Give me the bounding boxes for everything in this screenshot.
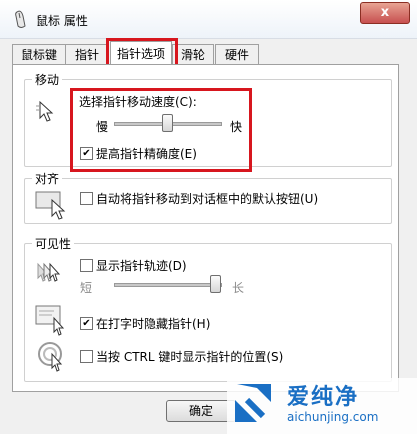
snap-group-title: 对齐: [32, 170, 63, 187]
hide-pointer-icon: [35, 305, 65, 336]
window-title: 鼠标 属性: [36, 14, 88, 28]
mouse-icon: [15, 10, 26, 28]
visibility-group-title: 可见性: [32, 235, 75, 252]
close-icon: x: [380, 5, 390, 20]
show-location-label[interactable]: 当按 CTRL 键时显示指针的位置(S): [96, 348, 283, 365]
tab-wheel[interactable]: 滑轮: [172, 44, 214, 65]
hide-while-typing-label[interactable]: 在打字时隐藏指针(H): [96, 315, 210, 332]
watermark-site: aichunjing.com: [287, 410, 379, 424]
mouse-properties-window: 鼠标 属性 x 鼠标键 指针 指针选项 滑轮 硬件 移动 选择指针移动速度(C)…: [0, 0, 417, 434]
close-button[interactable]: x: [360, 2, 410, 24]
show-location-icon: [38, 342, 63, 372]
tab-buttons[interactable]: 鼠标键: [12, 44, 66, 65]
short-label: 短: [80, 281, 93, 295]
motion-group-title: 移动: [32, 71, 63, 88]
watermark-brand: 爱纯净: [287, 385, 360, 410]
pointer-speed-icon: [36, 100, 54, 122]
pointer-trails-icon: [37, 262, 61, 282]
checkmark-icon: ✔: [82, 318, 91, 329]
trails-slider-track[interactable]: [114, 283, 222, 287]
trails-slider-thumb[interactable]: [210, 275, 221, 293]
ok-button[interactable]: 确定: [166, 400, 236, 422]
long-label: 长: [232, 281, 245, 295]
trails-label[interactable]: 显示指针轨迹(D): [96, 257, 187, 274]
trails-checkbox[interactable]: [80, 259, 93, 272]
tab-pointers[interactable]: 指针: [65, 44, 109, 65]
show-location-checkbox[interactable]: [80, 350, 93, 363]
snap-label[interactable]: 自动将指针移动到对话框中的默认按钮(U): [96, 190, 318, 207]
highlight-box-motion: [70, 88, 252, 172]
snap-checkbox[interactable]: [80, 192, 93, 205]
title-bar: 鼠标 属性 x: [0, 0, 417, 39]
tab-hardware[interactable]: 硬件: [215, 44, 259, 65]
snap-to-button-icon: [35, 191, 66, 220]
hide-while-typing-checkbox[interactable]: ✔: [80, 317, 93, 330]
